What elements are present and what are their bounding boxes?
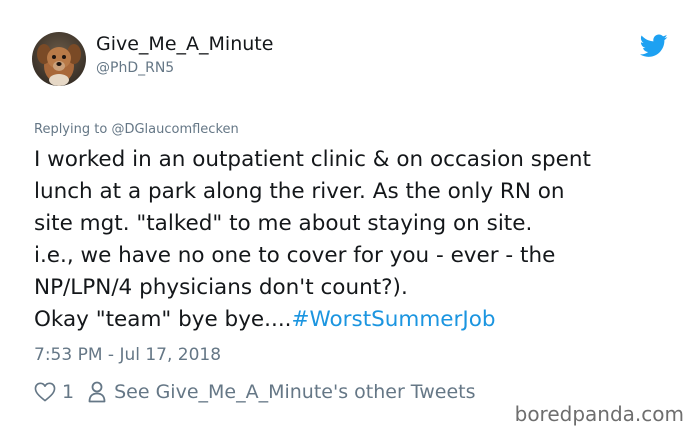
tweet-actions: 1 See Give_Me_A_Minute's other Tweets xyxy=(34,381,476,403)
like-count: 1 xyxy=(62,381,75,403)
tweet-line: lunch at a park along the river. As the … xyxy=(34,179,565,204)
tweet-card: Give_Me_A_Minute @PhD_RN5 Replying to @D… xyxy=(0,0,700,436)
heart-icon[interactable] xyxy=(34,382,56,402)
tweet-line: i.e., we have no one to cover for you - … xyxy=(34,243,556,268)
tweet-line-last: Okay "team" bye bye....#WorstSummerJob xyxy=(34,304,674,336)
twitter-bird-icon[interactable] xyxy=(640,34,668,58)
tweet-line: site mgt. "talked" to me about staying o… xyxy=(34,211,533,236)
watermark: boredpanda.com xyxy=(514,402,684,426)
reply-context: Replying to @DGlaucomflecken xyxy=(34,122,239,137)
reply-mention-link[interactable]: @DGlaucomflecken xyxy=(111,122,238,137)
display-name[interactable]: Give_Me_A_Minute xyxy=(96,33,273,55)
reply-prefix: Replying to xyxy=(34,122,108,137)
tweet-line-text: Okay "team" bye bye.... xyxy=(34,307,292,332)
tweet-line: NP/LPN/4 physicians don't count?). xyxy=(34,275,408,300)
user-handle[interactable]: @PhD_RN5 xyxy=(96,60,174,76)
other-tweets-link[interactable]: See Give_Me_A_Minute's other Tweets xyxy=(114,381,475,403)
user-icon xyxy=(88,381,106,403)
tweet-timestamp[interactable]: 7:53 PM - Jul 17, 2018 xyxy=(34,345,221,365)
tweet-text: I worked in an outpatient clinic & on oc… xyxy=(34,144,674,336)
dog-avatar-icon xyxy=(32,32,86,86)
tweet-line: I worked in an outpatient clinic & on oc… xyxy=(34,147,591,172)
hashtag-link[interactable]: #WorstSummerJob xyxy=(292,307,496,332)
avatar[interactable] xyxy=(32,32,86,86)
